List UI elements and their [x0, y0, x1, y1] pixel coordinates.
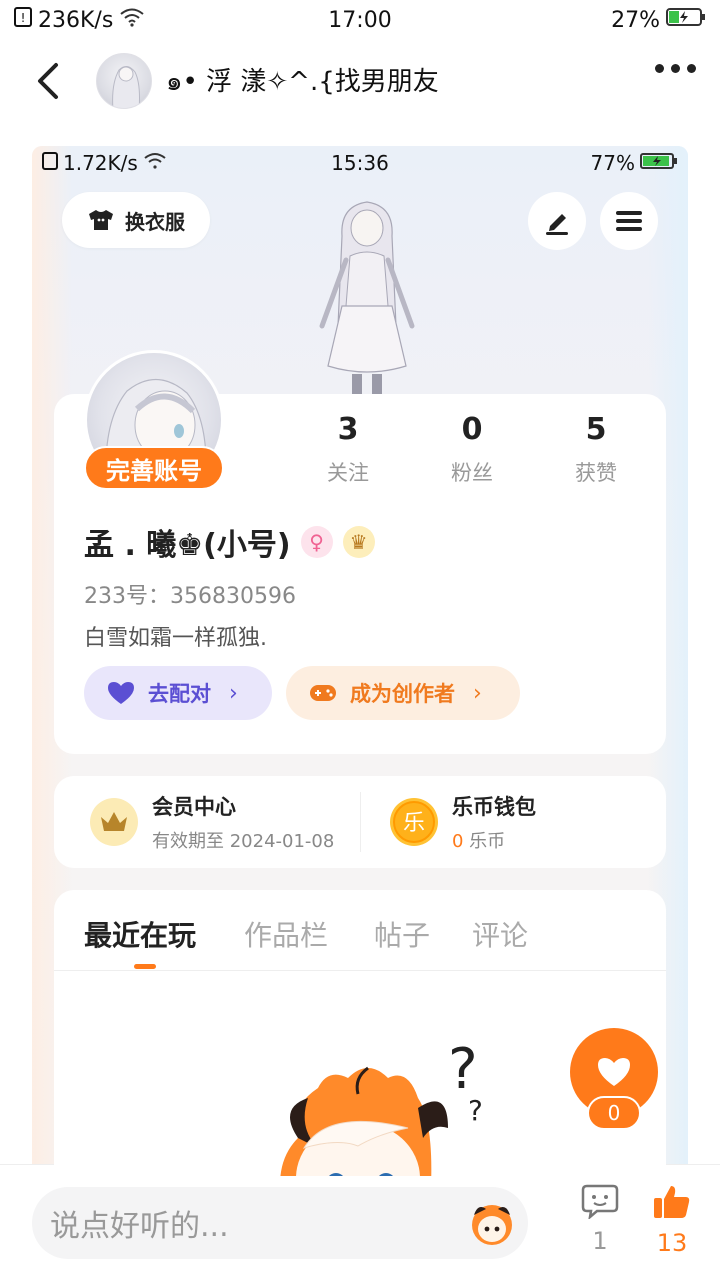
avatar-character	[302, 196, 432, 396]
divider	[360, 792, 361, 852]
member-expiry: 有效期至 2024-01-08	[152, 831, 335, 852]
nickname-row: 孟 . 曦♚(小号) ♀ ♛	[84, 520, 375, 564]
stat-value: 0	[461, 412, 483, 447]
complete-account-button[interactable]: 完善账号	[84, 446, 224, 490]
wallet-unit: 乐币	[463, 831, 506, 852]
wifi-icon	[119, 7, 145, 33]
comment-bubble-icon	[581, 1184, 619, 1221]
go-match-button[interactable]: 去配对 ›	[84, 666, 272, 720]
more-options-button[interactable]	[655, 64, 696, 73]
tab-works[interactable]: 作品栏	[244, 914, 328, 954]
stat-value: 5	[585, 412, 607, 447]
tab-recently-played[interactable]: 最近在玩	[84, 914, 196, 954]
divider	[54, 970, 666, 971]
inner-status-bar: 1.72K/s 15:36 77%	[32, 146, 688, 180]
author-name[interactable]: ๑• 浮 漾✧^.{找男朋友	[166, 61, 439, 102]
comment-count: 1	[592, 1227, 608, 1255]
go-match-label: 去配对	[148, 682, 211, 706]
wallet-title: 乐币钱包	[452, 795, 536, 819]
content-tabs-card: 最近在玩 作品栏 帖子 评论 ? ?	[54, 890, 666, 1176]
comment-input[interactable]: 说点好听的...	[32, 1187, 528, 1259]
status-right: 27%	[611, 7, 706, 33]
hamburger-icon	[616, 211, 642, 231]
anime-girl-icon	[112, 66, 140, 108]
comment-bar: 说点好听的... 1 13	[0, 1164, 720, 1280]
author-avatar[interactable]	[96, 53, 152, 109]
profile-card: 完善账号 3 关注 0 粉丝 5 获赞 孟 . 曦♚(小号) ♀ ♛ 233号：…	[54, 350, 666, 754]
empty-state-mascot: ? ?	[258, 1028, 498, 1176]
favorite-count: 0	[587, 1096, 641, 1130]
dot-icon	[655, 64, 664, 73]
character-figure-icon	[319, 201, 415, 394]
network-speed: 236K/s	[38, 7, 114, 33]
stat-likes[interactable]: 5 获赞	[546, 412, 646, 487]
active-tab-indicator	[134, 964, 156, 969]
become-creator-label: 成为创作者	[350, 682, 455, 706]
comment-count-button[interactable]: 1	[570, 1183, 630, 1255]
member-wallet-card: 会员中心 有效期至 2024-01-08 乐 乐币钱包 0 乐币	[54, 776, 666, 868]
wallet-text: 乐币钱包 0 乐币	[452, 791, 536, 853]
member-center-title: 会员中心	[152, 795, 236, 819]
stat-label: 获赞	[575, 461, 617, 485]
chevron-right-icon: ›	[229, 680, 238, 706]
tshirt-icon	[89, 210, 113, 230]
stat-fans[interactable]: 0 粉丝	[422, 412, 522, 487]
svg-text:?: ?	[468, 1094, 483, 1127]
chevron-right-icon: ›	[473, 680, 482, 706]
change-outfit-label: 换衣服	[125, 209, 185, 234]
stat-value: 3	[337, 412, 359, 447]
female-gender-icon: ♀	[300, 526, 333, 558]
tab-comments[interactable]: 评论	[472, 914, 528, 954]
profile-screenshot: 1.72K/s 15:36 77% 换衣服 完善账号 3 关注 0 粉丝 5 获…	[32, 146, 688, 1176]
coin-char: 乐	[403, 811, 425, 836]
edit-profile-button[interactable]	[528, 192, 586, 250]
menu-button[interactable]	[600, 192, 658, 250]
become-creator-button[interactable]: 成为创作者 ›	[286, 666, 520, 720]
dot-icon	[687, 64, 696, 73]
crown-badge-icon[interactable]: ♛	[342, 526, 375, 558]
dot-icon	[671, 64, 680, 73]
back-arrow-icon	[38, 63, 58, 99]
battery-percent: 27%	[611, 7, 660, 33]
nickname: 孟 . 曦♚(小号)	[84, 528, 291, 563]
status-bar: ! 236K/s 17:00 27%	[0, 0, 720, 40]
user-bio: 白雪如霜一样孤独.	[84, 626, 267, 651]
crown-icon	[90, 798, 138, 846]
wallet-amount: 0	[452, 831, 464, 852]
post-header: ๑• 浮 漾✧^.{找男朋友	[0, 46, 720, 116]
stat-label: 关注	[327, 461, 369, 485]
heart-icon	[108, 682, 134, 704]
member-center-entry[interactable]: 会员中心 有效期至 2024-01-08	[90, 776, 334, 868]
wallet-balance: 0 乐币	[452, 827, 536, 853]
comment-placeholder: 说点好听的...	[50, 1209, 229, 1244]
inner-clock: 15:36	[331, 151, 389, 175]
status-left: ! 236K/s	[14, 7, 145, 33]
tab-posts[interactable]: 帖子	[374, 914, 430, 954]
stat-label: 粉丝	[451, 461, 493, 485]
user-id: 233号：356830596	[84, 584, 296, 609]
like-count: 13	[656, 1229, 688, 1257]
battery-icon	[666, 7, 706, 33]
change-outfit-button[interactable]: 换衣服	[62, 192, 210, 248]
pencil-icon	[546, 214, 568, 235]
gamepad-icon	[310, 685, 336, 701]
back-button[interactable]	[18, 51, 78, 111]
coin-icon: 乐	[390, 798, 438, 846]
member-center-text: 会员中心 有效期至 2024-01-08	[152, 791, 334, 853]
svg-text:!: !	[21, 11, 26, 25]
svg-text:?: ?	[448, 1037, 478, 1102]
mascot-emoji-icon[interactable]	[466, 1197, 518, 1249]
wallet-entry[interactable]: 乐 乐币钱包 0 乐币	[390, 776, 536, 868]
mascot-icon: ? ?	[280, 1037, 483, 1176]
like-button[interactable]: 13	[642, 1183, 702, 1257]
data-sim-icon: !	[14, 7, 32, 33]
heart-icon	[598, 1058, 630, 1086]
thumbs-up-icon	[654, 1186, 690, 1218]
stat-following[interactable]: 3 关注	[298, 412, 398, 487]
